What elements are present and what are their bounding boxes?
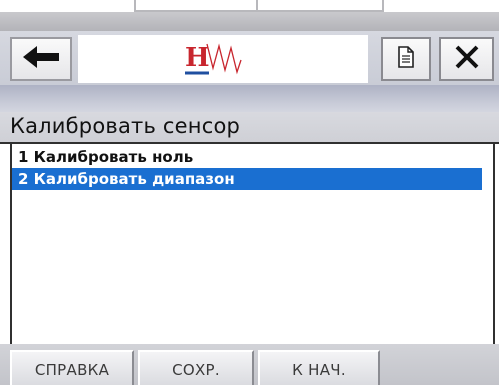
- home-button[interactable]: К НАЧ.: [258, 350, 380, 385]
- hart-logo-icon: H: [185, 43, 242, 75]
- document-button[interactable]: [381, 37, 431, 81]
- previous-softkey: [256, 0, 384, 12]
- header-separator: [0, 85, 499, 115]
- page-title: Калибровать сенсор: [10, 114, 241, 138]
- title-bar: Калибровать сенсор: [0, 112, 499, 144]
- softkey-bar: СПРАВКА СОХР. К НАЧ.: [0, 344, 499, 385]
- close-icon: [453, 43, 481, 75]
- help-button[interactable]: СПРАВКА: [10, 350, 134, 385]
- menu-item-calibrate-range[interactable]: 2 Калибровать диапазон: [12, 168, 482, 190]
- save-button[interactable]: СОХР.: [138, 350, 254, 385]
- back-button[interactable]: [10, 37, 72, 81]
- device-screen: H Калибровать сенсор 1 Калибровать ноль …: [0, 0, 499, 385]
- document-icon: [396, 45, 416, 73]
- menu-item-calibrate-zero[interactable]: 1 Калибровать ноль: [12, 146, 482, 168]
- svg-text:H: H: [185, 43, 210, 73]
- previous-softkey: [134, 0, 258, 12]
- left-arrow-icon: [21, 44, 61, 74]
- header-bar: H: [0, 31, 499, 85]
- close-button[interactable]: [439, 37, 494, 81]
- menu-list: 1 Калибровать ноль 2 Калибровать диапазо…: [10, 144, 495, 344]
- brand-logo: H: [78, 35, 368, 83]
- top-divider: [0, 12, 499, 31]
